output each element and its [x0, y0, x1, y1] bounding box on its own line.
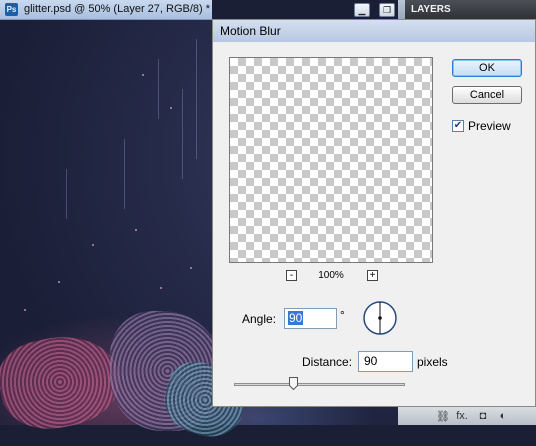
glitter-streak	[66, 169, 67, 219]
mask-icon[interactable]: ◘	[476, 410, 490, 422]
adjustment-icon[interactable]: ◐	[496, 410, 510, 422]
motion-blur-dialog: Motion Blur - 100% + OK Cancel ✔ Preview…	[212, 19, 536, 407]
glitter-sparkle	[24, 309, 26, 311]
glitter-streak	[182, 89, 183, 179]
angle-label: Angle:	[242, 312, 277, 326]
cancel-button[interactable]: Cancel	[452, 86, 522, 104]
glitter-streak	[124, 139, 125, 209]
distance-input[interactable]: 90	[358, 351, 413, 372]
preview-label: Preview	[468, 119, 511, 133]
ok-button[interactable]: OK	[452, 59, 522, 77]
layers-panel-tab[interactable]: LAYERS	[405, 0, 536, 19]
glitter-streak	[196, 39, 197, 159]
restore-button[interactable]: ❐	[379, 3, 395, 17]
glitter-sparkle	[58, 281, 60, 283]
dialog-title: Motion Blur	[220, 24, 281, 38]
glitter-sparkle	[170, 107, 172, 109]
glitter-sparkle	[142, 74, 144, 76]
degree-symbol: °	[340, 308, 345, 322]
distance-slider-track[interactable]	[234, 383, 405, 386]
photoshop-icon: Ps	[5, 3, 18, 16]
distance-label: Distance:	[302, 355, 353, 369]
document-tab[interactable]: Ps glitter.psd @ 50% (Layer 27, RGB/8) *	[0, 0, 212, 20]
preview-area[interactable]	[229, 57, 433, 263]
glitter-sparkle	[92, 244, 94, 246]
fx-icon[interactable]: fx.	[455, 410, 469, 422]
dialog-titlebar[interactable]: Motion Blur	[213, 20, 535, 42]
glitter-sparkle	[160, 287, 162, 289]
distance-slider-thumb[interactable]	[289, 377, 298, 390]
angle-dial[interactable]	[362, 300, 398, 336]
minimize-button[interactable]: ▁	[354, 3, 370, 17]
glitter-sparkle	[135, 229, 137, 231]
preview-checkbox[interactable]: ✔	[452, 120, 464, 132]
link-icon[interactable]: ⛓	[436, 410, 450, 423]
glitter-letter-shape	[0, 325, 129, 439]
document-title: glitter.psd @ 50% (Layer 27, RGB/8) *	[24, 3, 211, 15]
angle-value: 90	[288, 311, 304, 325]
zoom-in-button[interactable]: +	[367, 270, 378, 281]
glitter-streak	[158, 59, 159, 119]
zoom-out-button[interactable]: -	[286, 270, 297, 281]
dialog-body: - 100% + OK Cancel ✔ Preview Angle: 90 °…	[213, 42, 535, 406]
distance-unit: pixels	[417, 355, 448, 369]
angle-dial-center	[378, 316, 382, 320]
angle-input[interactable]: 90	[284, 308, 337, 329]
zoom-level: 100%	[318, 270, 344, 281]
glitter-sparkle	[190, 267, 192, 269]
